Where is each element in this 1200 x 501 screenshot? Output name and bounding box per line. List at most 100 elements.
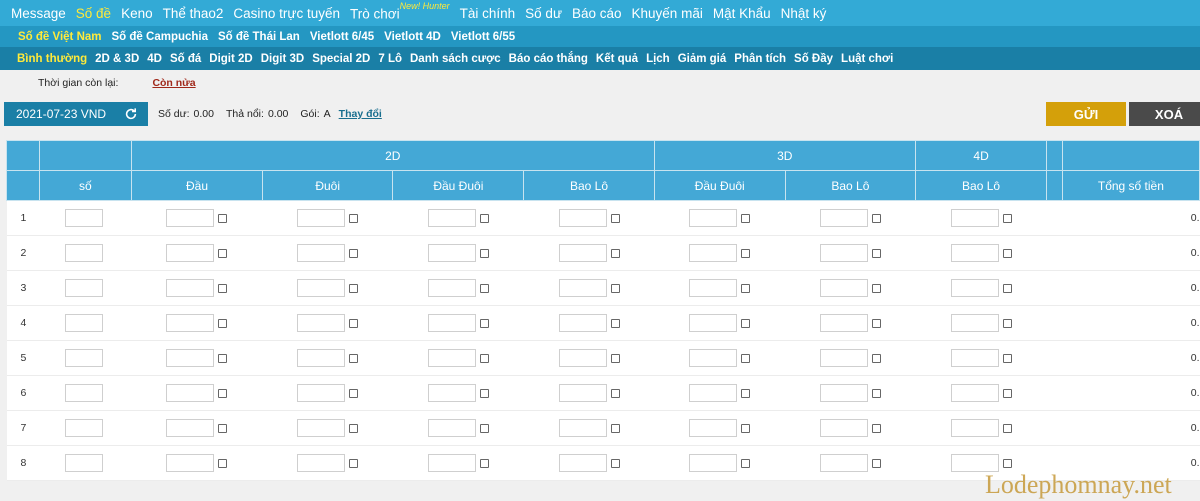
amount-input[interactable] [427,209,476,227]
select-checkbox[interactable] [741,283,751,293]
amount-input[interactable] [166,314,215,332]
amount-input[interactable] [950,279,999,297]
number-input[interactable] [65,349,104,367]
select-checkbox[interactable] [349,458,359,468]
select-checkbox[interactable] [610,213,620,223]
amount-input[interactable] [950,209,999,227]
time-remaining-value[interactable]: Còn nửa [152,77,195,89]
amount-input[interactable] [689,209,738,227]
select-checkbox[interactable] [479,248,489,258]
amount-input[interactable] [819,384,868,402]
amount-input[interactable] [819,209,868,227]
topnav-item[interactable]: Message [11,6,66,21]
select-checkbox[interactable] [610,318,620,328]
subnav2-item[interactable]: Kết quả [596,53,638,65]
select-checkbox[interactable] [218,213,228,223]
subnav2-item[interactable]: Danh sách cược [410,53,501,65]
subnav1-item[interactable]: Vietlott 6/55 [451,31,515,43]
amount-input[interactable] [427,279,476,297]
number-input[interactable] [65,454,104,472]
topnav-item[interactable]: Casino trực tuyến [233,6,340,21]
select-checkbox[interactable] [218,458,228,468]
amount-input[interactable] [558,349,607,367]
amount-input[interactable] [558,209,607,227]
select-checkbox[interactable] [218,353,228,363]
select-checkbox[interactable] [741,248,751,258]
select-checkbox[interactable] [741,423,751,433]
number-input[interactable] [65,384,104,402]
subnav1-item[interactable]: Vietlott 6/45 [310,31,374,43]
subnav2-item[interactable]: 2D & 3D [95,53,139,65]
subnav2-item[interactable]: Số đá [170,53,201,65]
select-checkbox[interactable] [479,423,489,433]
select-checkbox[interactable] [1002,283,1012,293]
amount-input[interactable] [689,349,738,367]
select-checkbox[interactable] [479,318,489,328]
select-checkbox[interactable] [349,248,359,258]
number-input[interactable] [65,314,104,332]
select-checkbox[interactable] [218,283,228,293]
subnav2-item[interactable]: Bình thường [17,53,87,65]
select-checkbox[interactable] [741,353,751,363]
amount-input[interactable] [950,349,999,367]
select-checkbox[interactable] [610,283,620,293]
amount-input[interactable] [558,454,607,472]
select-checkbox[interactable] [871,248,881,258]
subnav2-item[interactable]: Phân tích [734,53,786,65]
number-input[interactable] [65,419,104,437]
subnav2-item[interactable]: Special 2D [312,53,370,65]
select-checkbox[interactable] [871,423,881,433]
select-checkbox[interactable] [218,423,228,433]
amount-input[interactable] [950,419,999,437]
subnav1-item[interactable]: Số đề Thái Lan [218,31,300,43]
select-checkbox[interactable] [1002,388,1012,398]
amount-input[interactable] [689,454,738,472]
amount-input[interactable] [689,314,738,332]
amount-input[interactable] [819,244,868,262]
topnav-item[interactable]: Nhật ký [781,6,827,21]
topnav-item[interactable]: Keno [121,6,153,21]
select-checkbox[interactable] [349,353,359,363]
amount-input[interactable] [297,314,346,332]
topnav-item[interactable]: Số đề [76,6,111,21]
subnav2-item[interactable]: Lịch [646,53,670,65]
topnav-item[interactable]: Trò chơiNew! Hunter [350,1,450,22]
amount-input[interactable] [166,279,215,297]
select-checkbox[interactable] [741,458,751,468]
topnav-item[interactable]: Mật Khẩu [713,6,771,21]
subnav2-item[interactable]: 7 Lô [378,53,402,65]
amount-input[interactable] [297,349,346,367]
refresh-icon[interactable] [124,107,138,121]
subnav2-item[interactable]: Số Đầy [794,53,833,65]
select-checkbox[interactable] [218,248,228,258]
select-checkbox[interactable] [871,458,881,468]
send-button[interactable]: GỬI [1046,102,1126,126]
amount-input[interactable] [689,384,738,402]
number-input[interactable] [65,209,104,227]
select-checkbox[interactable] [479,283,489,293]
amount-input[interactable] [819,419,868,437]
amount-input[interactable] [166,384,215,402]
topnav-item[interactable]: Khuyến mãi [632,6,703,21]
select-checkbox[interactable] [218,318,228,328]
amount-input[interactable] [689,419,738,437]
subnav1-item[interactable]: Số đề Việt Nam [18,31,102,43]
date-selector[interactable]: 2021-07-23 VND [4,102,148,126]
select-checkbox[interactable] [871,353,881,363]
select-checkbox[interactable] [610,423,620,433]
number-input[interactable] [65,244,104,262]
amount-input[interactable] [427,314,476,332]
select-checkbox[interactable] [1002,458,1012,468]
number-input[interactable] [65,279,104,297]
select-checkbox[interactable] [349,388,359,398]
amount-input[interactable] [427,244,476,262]
select-checkbox[interactable] [349,423,359,433]
amount-input[interactable] [166,454,215,472]
amount-input[interactable] [427,419,476,437]
select-checkbox[interactable] [479,213,489,223]
select-checkbox[interactable] [1002,248,1012,258]
select-checkbox[interactable] [741,318,751,328]
select-checkbox[interactable] [349,283,359,293]
select-checkbox[interactable] [741,213,751,223]
subnav2-item[interactable]: 4D [147,53,162,65]
